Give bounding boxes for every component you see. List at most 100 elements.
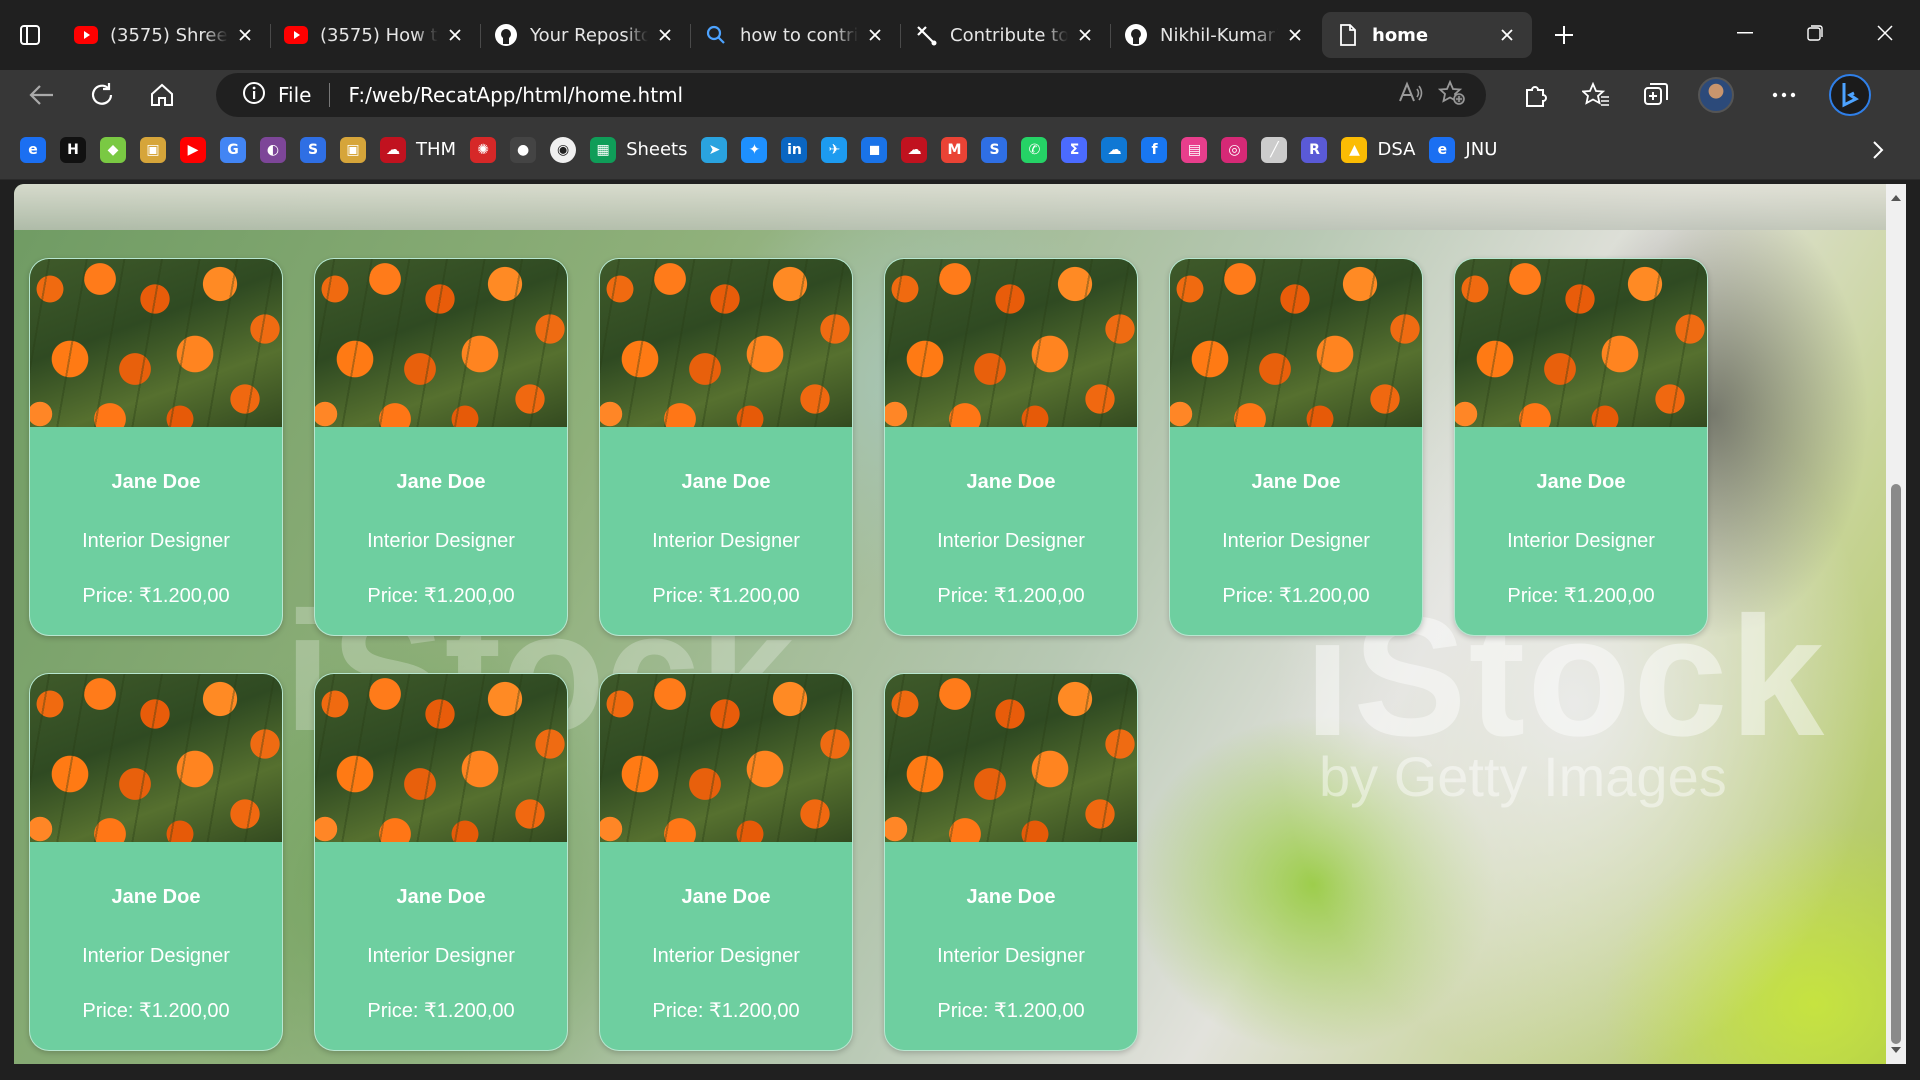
tab-title: Nikhil-Kumar1 (1160, 24, 1278, 46)
close-icon[interactable] (1074, 24, 1096, 46)
close-icon[interactable] (1284, 24, 1306, 46)
favorite-item[interactable]: ▤ (1181, 130, 1208, 170)
favorite-item[interactable]: H (60, 130, 86, 170)
favorite-item[interactable]: ● (510, 130, 537, 170)
favorite-item[interactable]: ▣ (140, 130, 166, 170)
tab-title: Contribute to (950, 24, 1068, 46)
home-icon[interactable] (138, 73, 186, 117)
info-icon[interactable] (242, 81, 266, 109)
profile-card[interactable]: Jane Doe Interior Designer Price: ₹1.200,0… (314, 673, 568, 1051)
tab-search[interactable]: how to contrib (690, 12, 900, 58)
card-name: Jane Doe (396, 886, 486, 908)
profile-card[interactable]: Jane Doe Interior Designer Price: ₹1.200,0… (884, 673, 1138, 1051)
window-close-icon[interactable] (1850, 0, 1920, 66)
close-icon[interactable] (654, 24, 676, 46)
favorite-item[interactable]: ➤ (701, 130, 728, 170)
favorite-label: THM (416, 139, 457, 160)
extensions-icon[interactable] (1512, 73, 1560, 117)
favorite-item[interactable]: f (1141, 130, 1168, 170)
favorite-item[interactable]: ✈ (821, 130, 848, 170)
refresh-icon[interactable] (78, 73, 126, 117)
favorite-item[interactable]: ◐ (260, 130, 286, 170)
card-flower-photo (30, 674, 282, 842)
ring-icon: ✺ (470, 136, 497, 163)
favorite-item[interactable]: ✺ (470, 130, 497, 170)
favorites-icon[interactable] (1572, 73, 1620, 117)
favorite-item[interactable]: e (20, 130, 46, 170)
chevron-right-icon[interactable] (1860, 132, 1896, 168)
favorite-item[interactable]: ◎ (1221, 130, 1248, 170)
s-icon: S (981, 136, 1008, 163)
avatar (1698, 77, 1734, 113)
calendar-icon: ▤ (1181, 136, 1208, 163)
card-price: Price: ₹1.200,00 (937, 1000, 1085, 1022)
favorite-item[interactable]: ◼ (861, 130, 888, 170)
favorite-item[interactable]: ◆ (100, 130, 126, 170)
profile-card[interactable]: Jane Doe Interior Designer Price: ₹1.200,0… (314, 258, 568, 636)
tab-github-profile[interactable]: Nikhil-Kumar1 (1110, 12, 1320, 58)
messenger-icon: ✦ (741, 136, 768, 163)
profile-card[interactable]: Jane Doe Interior Designer Price: ₹1.200,0… (29, 673, 283, 1051)
favorite-item[interactable]: ▶ (180, 130, 206, 170)
scroll-down-icon[interactable] (1886, 1040, 1906, 1060)
bing-copilot-icon[interactable] (1826, 73, 1874, 117)
favorite-item[interactable]: S (981, 130, 1008, 170)
scrollbar[interactable] (1886, 184, 1906, 1064)
card-price: Price: ₹1.200,00 (937, 585, 1085, 607)
profile-card[interactable]: Jane Doe Interior Designer Price: ₹1.200,0… (599, 673, 853, 1051)
tab-actions-icon[interactable] (0, 0, 60, 70)
tab-youtube-1[interactable]: (3575) Shree H (60, 12, 270, 58)
profile-card[interactable]: Jane Doe Interior Designer Price: ₹1.200,0… (1169, 258, 1423, 636)
read-aloud-icon[interactable] (1398, 81, 1424, 109)
favorite-item[interactable]: e JNU (1429, 130, 1497, 170)
close-icon[interactable] (1496, 24, 1518, 46)
card-role: Interior Designer (937, 945, 1085, 967)
more-icon[interactable] (1760, 73, 1808, 117)
profile-avatar[interactable] (1692, 73, 1740, 117)
back-icon[interactable] (18, 73, 66, 117)
profile-card[interactable]: Jane Doe Interior Designer Price: ₹1.200,0… (599, 258, 853, 636)
tab-youtube-2[interactable]: (3575) How to (270, 12, 480, 58)
favorite-item[interactable]: ✦ (741, 130, 768, 170)
tab-title: (3575) How to (320, 24, 438, 46)
collections-icon[interactable] (1632, 73, 1680, 117)
new-tab-button[interactable] (1536, 12, 1592, 58)
minimize-icon[interactable] (1710, 0, 1780, 66)
favorite-item[interactable]: ☁ (1101, 130, 1128, 170)
card-name: Jane Doe (1251, 471, 1341, 493)
favorite-item[interactable]: ✆ (1021, 130, 1048, 170)
favorite-item[interactable]: S (300, 130, 326, 170)
favorite-item[interactable]: ▣ (340, 130, 366, 170)
favorite-item[interactable]: ☁ (901, 130, 928, 170)
url-text[interactable]: F:/web/RecatApp/html/home.html (348, 83, 683, 107)
close-icon[interactable] (864, 24, 886, 46)
favorite-item[interactable]: Σ (1061, 130, 1088, 170)
profile-card[interactable]: Jane Doe Interior Designer Price: ₹1.200,0… (29, 258, 283, 636)
scroll-up-icon[interactable] (1886, 188, 1906, 208)
close-icon[interactable] (444, 24, 466, 46)
favorite-item[interactable]: in (781, 130, 808, 170)
favorite-item[interactable]: ☁ THM (380, 130, 456, 170)
github-icon (1124, 23, 1148, 47)
tab-title: (3575) Shree H (110, 24, 228, 46)
address-bar[interactable]: File F:/web/RecatApp/html/home.html (216, 73, 1486, 117)
favorite-item[interactable]: G (220, 130, 246, 170)
github-icon (494, 23, 518, 47)
tab-github-repositories[interactable]: Your Repositor (480, 12, 690, 58)
scroll-thumb[interactable] (1891, 484, 1901, 1044)
favorite-item[interactable]: M (941, 130, 968, 170)
profile-card[interactable]: Jane Doe Interior Designer Price: ₹1.200,0… (884, 258, 1138, 636)
favorite-item[interactable]: R (1301, 130, 1328, 170)
restore-icon[interactable] (1780, 0, 1850, 66)
favorite-item[interactable]: ◉ (550, 130, 577, 170)
tab-strip: (3575) Shree H (3575) How to Your Reposi… (0, 0, 1920, 70)
profile-card[interactable]: Jane Doe Interior Designer Price: ₹1.200,0… (1454, 258, 1708, 636)
card-role: Interior Designer (367, 530, 515, 552)
tab-home[interactable]: home (1322, 12, 1532, 58)
favorite-item[interactable]: ▲ DSA (1341, 130, 1415, 170)
favorite-item[interactable]: ▦ Sheets (590, 130, 687, 170)
close-icon[interactable] (234, 24, 256, 46)
tab-contribute[interactable]: Contribute to (900, 12, 1110, 58)
favorite-item[interactable]: ╱ (1261, 130, 1288, 170)
add-favorite-icon[interactable] (1437, 79, 1466, 110)
